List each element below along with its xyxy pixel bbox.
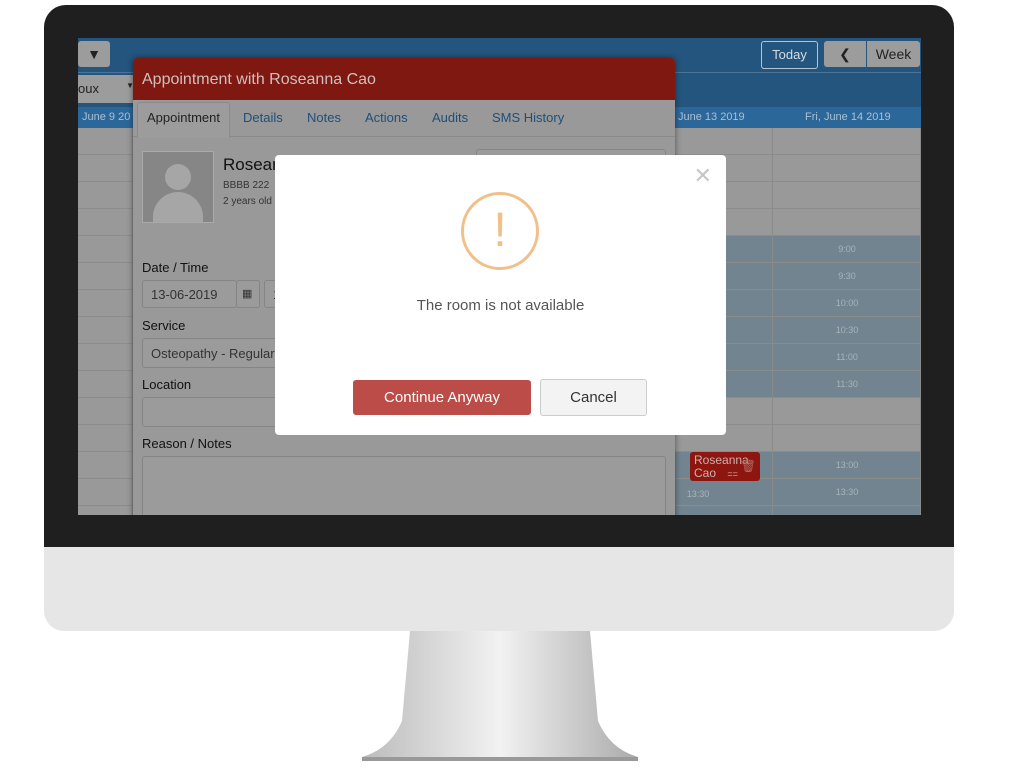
monitor-stand	[362, 631, 638, 761]
alert-message: The room is not available	[416, 297, 585, 314]
time-slot-label: 11:30	[836, 379, 858, 389]
filter-icon: ▼	[87, 46, 101, 62]
time-slot-label: 9:00	[838, 244, 856, 254]
tab-appointment-label[interactable]: Appointment	[147, 110, 220, 125]
monitor-chin	[44, 547, 954, 631]
time-slot[interactable]	[773, 155, 921, 182]
time-slot-label: 9:30	[838, 271, 856, 281]
practitioner-select[interactable]: oux ▼	[78, 75, 136, 103]
filter-button[interactable]: ▼	[78, 41, 110, 67]
week-view-button[interactable]: Week	[867, 41, 920, 67]
time-slot[interactable]	[78, 128, 133, 155]
time-slot-label: 11:00	[836, 352, 858, 362]
time-slot[interactable]	[78, 290, 133, 317]
time-slot-label: 13:00	[835, 460, 859, 470]
time-slot[interactable]	[78, 398, 133, 425]
time-slot[interactable]	[78, 155, 133, 182]
time-slot[interactable]	[773, 209, 921, 236]
exclamation-circle-icon: !	[461, 192, 539, 270]
time-slot[interactable]	[773, 182, 921, 209]
date-input[interactable]: 13-06-2019	[142, 280, 237, 308]
notes-label: Reason / Notes	[142, 436, 232, 451]
date-label: Date / Time	[142, 260, 209, 275]
day-label: Fri, June 14 2019	[805, 111, 891, 123]
drag-handle[interactable]: ==	[727, 469, 738, 479]
time-slot-label: 10:00	[835, 298, 859, 308]
tab-sms-history[interactable]: SMS History	[492, 110, 564, 125]
service-label: Service	[142, 318, 186, 333]
day-label: June 9 20	[82, 111, 131, 123]
time-slot-label: 13:30	[686, 489, 710, 499]
alert-dialog: ✕ ! The room is not available Continue A…	[275, 155, 726, 435]
appointment-event[interactable]: Roseanna Cao == 🗑	[690, 452, 760, 481]
time-slot[interactable]	[78, 452, 133, 479]
time-slot[interactable]	[78, 209, 133, 236]
time-slot[interactable]	[78, 182, 133, 209]
today-button[interactable]: Today	[761, 41, 818, 69]
patient-name: Rosear	[223, 155, 278, 174]
time-slot[interactable]	[773, 506, 921, 515]
time-slot[interactable]	[78, 317, 133, 344]
avatar	[142, 151, 214, 223]
patient-age: 2 years old	[223, 196, 272, 207]
continue-anyway-button[interactable]: Continue Anyway	[353, 380, 531, 415]
tab-notes[interactable]: Notes	[307, 110, 341, 125]
time-slot-label: 13:30	[835, 487, 859, 497]
time-slot[interactable]	[78, 263, 133, 290]
time-slot[interactable]	[78, 344, 133, 371]
time-slot[interactable]	[773, 425, 921, 452]
time-slot[interactable]	[78, 479, 133, 506]
dialog-title: Appointment with Roseanna Cao	[133, 58, 675, 100]
patient-id: BBBB 222	[223, 180, 270, 191]
trash-icon[interactable]: 🗑	[741, 460, 756, 473]
time-slot[interactable]	[78, 236, 133, 263]
time-slot[interactable]	[773, 398, 921, 425]
time-slot[interactable]	[78, 425, 133, 452]
time-slot-label: 10:30	[835, 325, 859, 335]
time-slot[interactable]	[78, 371, 133, 398]
day-label: June 13 2019	[678, 111, 745, 123]
event-name-2: Cao	[694, 466, 717, 480]
location-label: Location	[142, 377, 192, 392]
chevron-left-icon: ❮	[839, 46, 851, 62]
tab-details[interactable]: Details	[243, 110, 283, 125]
time-slot[interactable]	[773, 128, 921, 155]
notes-textarea[interactable]	[142, 456, 666, 515]
cancel-button[interactable]: Cancel	[540, 379, 647, 416]
time-slot[interactable]	[78, 506, 133, 515]
time-slot[interactable]	[675, 506, 773, 515]
tab-audits[interactable]: Audits	[432, 110, 468, 125]
time-slot[interactable]	[675, 128, 773, 155]
calendar-icon[interactable]: ▦	[236, 280, 260, 308]
prev-button[interactable]: ❮	[824, 41, 866, 67]
close-icon[interactable]: ✕	[694, 163, 712, 189]
tab-actions[interactable]: Actions	[365, 110, 408, 125]
